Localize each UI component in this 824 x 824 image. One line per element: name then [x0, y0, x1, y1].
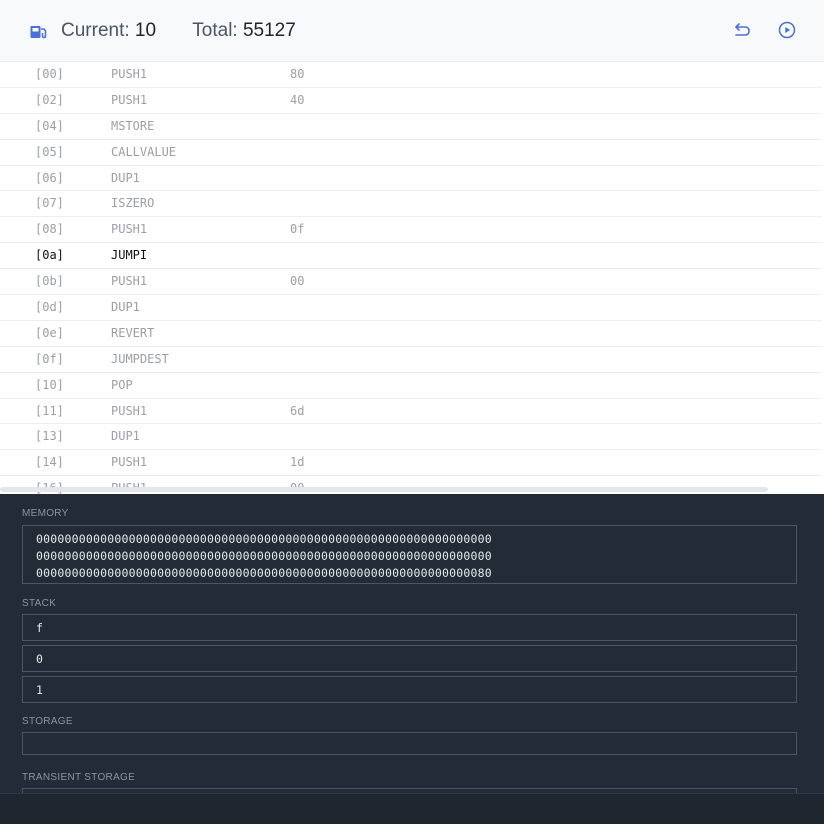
opcode-name: PUSH1: [111, 274, 148, 289]
opcode-pc: [0d]: [35, 300, 64, 315]
opcode-row[interactable]: [02] PUSH1 40: [0, 88, 822, 114]
opcode-arg: 00: [290, 274, 305, 289]
stack-item-value: f: [36, 621, 43, 635]
opcode-pc: [07]: [35, 196, 64, 211]
opcode-name: PUSH1: [111, 92, 148, 107]
storage-label: STORAGE: [22, 716, 73, 727]
opcode-row[interactable]: [04] MSTORE: [0, 114, 822, 140]
restart-button[interactable]: [732, 20, 752, 40]
opcode-name: POP: [111, 377, 133, 392]
opcode-name: ISZERO: [111, 196, 155, 211]
opcode-row[interactable]: [0b] PUSH1 00: [0, 269, 822, 296]
opcode-pc: [14]: [35, 455, 64, 470]
opcode-name: JUMPI: [111, 248, 148, 263]
opcode-arg: 0f: [290, 222, 305, 237]
opcode-name: DUP1: [111, 429, 140, 444]
opcode-row[interactable]: [00] PUSH1 80: [0, 62, 822, 88]
opcode-pc: [06]: [35, 170, 64, 185]
current-label: Current:: [61, 20, 130, 41]
memory-label: MEMORY: [22, 508, 69, 519]
opcode-pc: [13]: [35, 429, 64, 444]
opcode-row[interactable]: [07] ISZERO: [0, 191, 822, 218]
opcode-row[interactable]: [14] PUSH1 1d: [0, 450, 822, 477]
opcode-pc: [0e]: [35, 325, 64, 340]
stack-item-value: 1: [36, 683, 43, 697]
opcode-name: PUSH1: [111, 403, 148, 418]
opcode-name: PUSH1: [111, 455, 148, 470]
opcode-name: DUP1: [111, 300, 140, 315]
storage-box: [22, 732, 797, 755]
gas-pump-icon: [30, 26, 47, 39]
opcode-row[interactable]: [05] CALLVALUE: [0, 140, 822, 166]
opcode-row[interactable]: [06] DUP1: [0, 166, 822, 192]
stack-item: 0: [22, 645, 797, 672]
opcode-pc: [0a]: [35, 248, 64, 263]
opcode-row-active[interactable]: [0a] JUMPI: [0, 243, 822, 270]
horizontal-scrollbar[interactable]: [0, 487, 768, 492]
opcode-pc: [04]: [35, 118, 64, 133]
transient-storage-label: TRANSIENT STORAGE: [22, 772, 136, 783]
opcode-arg: 80: [290, 67, 305, 81]
opcode-name: DUP1: [111, 170, 140, 185]
opcode-row[interactable]: [10] POP: [0, 373, 822, 399]
opcode-pc: [0b]: [35, 274, 64, 289]
opcode-pc: [02]: [35, 92, 64, 107]
total-label: Total:: [192, 20, 238, 41]
footer-bar: [0, 793, 824, 824]
stack-item: f: [22, 614, 797, 641]
opcode-pc: [05]: [35, 144, 64, 159]
restart-icon: [735, 23, 750, 36]
opcode-name: REVERT: [111, 325, 155, 340]
opcode-row[interactable]: [08] PUSH1 0f: [0, 217, 822, 244]
opcode-row[interactable]: [13] DUP1: [0, 424, 822, 451]
opcode-arg: 40: [290, 92, 305, 107]
header-bar: Current: 10 Total: 55127: [0, 0, 824, 62]
opcode-pc: [08]: [35, 222, 64, 237]
opcode-name: PUSH1: [111, 67, 148, 81]
opcode-list[interactable]: [00] PUSH1 80 [02] PUSH1 40 [04] MSTORE [05] CALL…: [0, 62, 824, 494]
opcode-pc: [0f]: [35, 351, 64, 366]
opcode-name: CALLVALUE: [111, 144, 177, 159]
opcode-name: MSTORE: [111, 118, 155, 133]
opcode-name: JUMPDEST: [111, 351, 169, 366]
opcode-row[interactable]: [0e] REVERT: [0, 321, 822, 347]
memory-line: 0000000000000000000000000000000000000000…: [36, 532, 492, 546]
current-value: 10: [134, 20, 157, 41]
play-button[interactable]: [777, 20, 797, 40]
memory-line: 0000000000000000000000000000000000000000…: [36, 566, 492, 581]
opcode-row[interactable]: [11] PUSH1 6d: [0, 399, 822, 425]
memory-line: 0000000000000000000000000000000000000000…: [36, 549, 492, 564]
opcode-row[interactable]: [0d] DUP1: [0, 295, 822, 321]
opcode-row[interactable]: [0f] JUMPDEST: [0, 347, 822, 373]
stack-item-value: 0: [36, 652, 43, 666]
opcode-pc: [10]: [35, 377, 64, 392]
opcode-arg: 6d: [290, 403, 305, 418]
state-panel: MEMORY 000000000000000000000000000000000…: [0, 494, 824, 824]
play-icon: [778, 21, 796, 39]
gas-counter: Current: 10 Total: 55127: [61, 20, 296, 42]
opcode-pc: [11]: [35, 403, 64, 418]
opcode-name: PUSH1: [111, 222, 148, 237]
memory-box: 0000000000000000000000000000000000000000…: [22, 525, 797, 584]
stack-label: STACK: [22, 598, 57, 609]
stack-item: 1: [22, 676, 797, 703]
opcode-arg: 1d: [290, 455, 305, 470]
total-value: 55127: [242, 20, 296, 41]
opcode-pc: [00]: [35, 67, 64, 81]
